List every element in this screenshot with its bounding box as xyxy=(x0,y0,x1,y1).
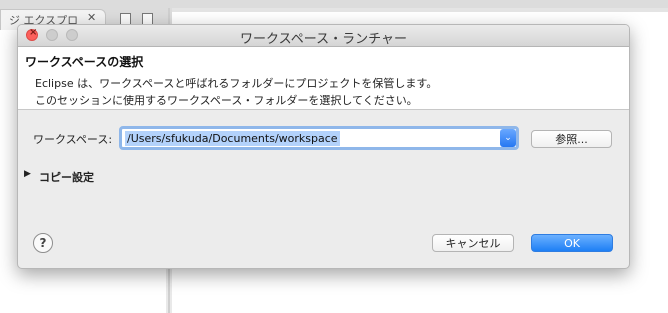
copy-settings-toggle[interactable]: コピー設定 xyxy=(39,169,94,185)
chevron-down-icon: ⌄ xyxy=(504,133,512,143)
ok-button[interactable]: OK xyxy=(531,234,613,252)
help-icon: ? xyxy=(39,236,47,250)
window-title: ワークスペース・ランチャー xyxy=(240,32,407,47)
help-button[interactable]: ? xyxy=(33,233,53,253)
dialog-header-title: ワークスペースの選択 xyxy=(25,55,144,69)
workspace-path-input[interactable]: /Users/sfukuda/Documents/workspace xyxy=(125,131,340,146)
dialog-description-line-2: このセッションに使用するワークスペース・フォルダーを選択してください。 xyxy=(35,94,418,107)
browse-button[interactable]: 参照... xyxy=(531,130,612,148)
dialog-header: ワークスペースの選択 Eclipse は、ワークスペースと呼ばれるフォルダーにプ… xyxy=(18,47,629,110)
disclosure-triangle-icon[interactable]: ▶ xyxy=(24,169,31,179)
workspace-launcher-dialog: × ワークスペース・ランチャー ワークスペースの選択 Eclipse は、ワーク… xyxy=(17,24,630,269)
window-titlebar[interactable]: × ワークスペース・ランチャー xyxy=(18,25,629,47)
workspace-label: ワークスペース: xyxy=(33,133,113,146)
workspace-combo[interactable]: /Users/sfukuda/Documents/workspace ⌄ xyxy=(119,126,519,150)
workspace-dropdown-button[interactable]: ⌄ xyxy=(500,129,516,147)
cancel-button[interactable]: キャンセル xyxy=(432,234,514,252)
ide-tab-close-icon[interactable]: ✕ xyxy=(87,11,96,24)
dialog-description-line-1: Eclipse は、ワークスペースと呼ばれるフォルダーにプロジェクトを保管します… xyxy=(35,77,438,90)
